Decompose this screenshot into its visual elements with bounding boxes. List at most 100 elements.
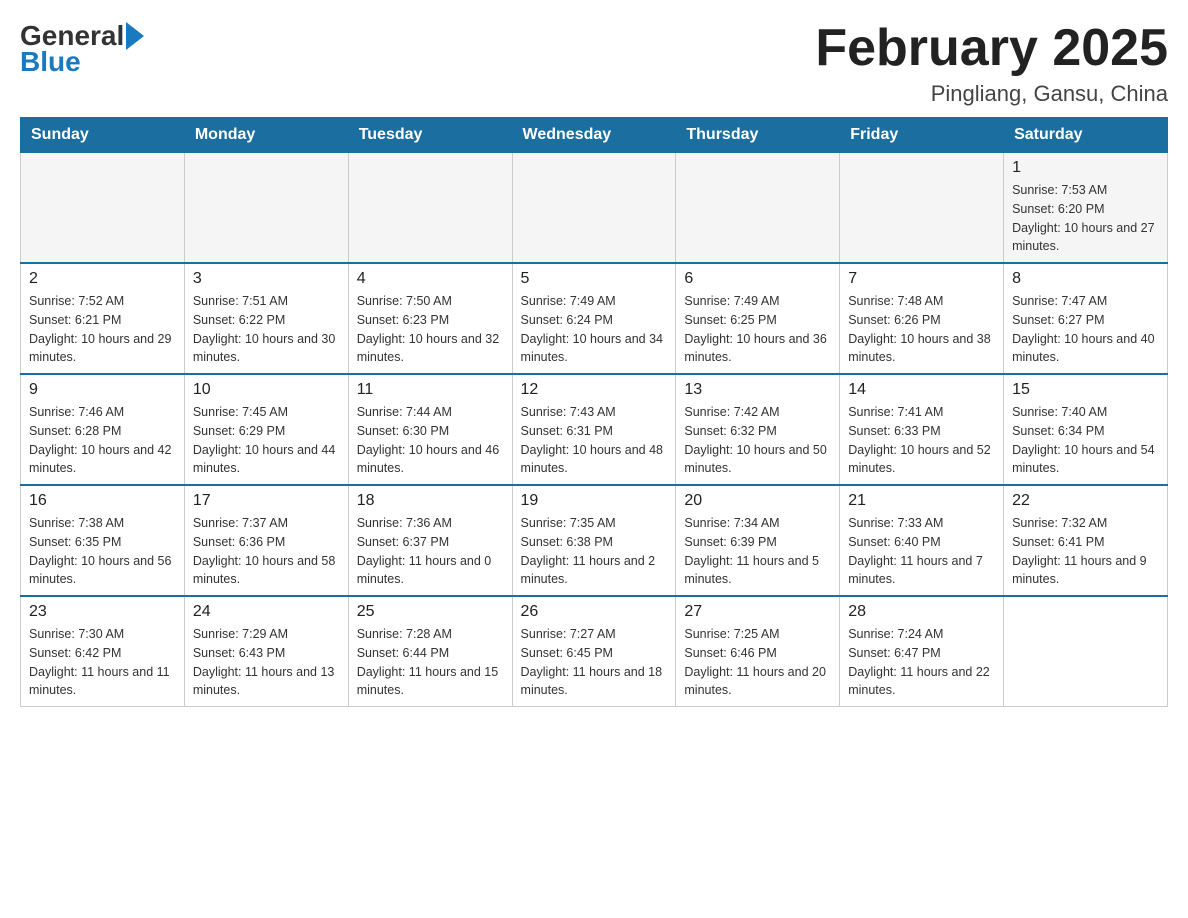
calendar-cell-w2-d7: 8 Sunrise: 7:47 AMSunset: 6:27 PMDaylight…	[1004, 263, 1168, 374]
calendar-week-2: 2 Sunrise: 7:52 AMSunset: 6:21 PMDaylight…	[21, 263, 1168, 374]
calendar-cell-w4-d4: 19Sunrise: 7:35 AMSunset: 6:38 PMDayligh…	[512, 485, 676, 596]
day-number: 17	[193, 492, 340, 510]
day-number: 6	[684, 270, 831, 288]
day-info: Sunrise: 7:49 AMSunset: 6:24 PMDaylight:…	[521, 292, 668, 367]
day-info: Sunrise: 7:27 AMSunset: 6:45 PMDaylight:…	[521, 625, 668, 700]
day-info: Sunrise: 7:36 AMSunset: 6:37 PMDaylight:…	[357, 514, 504, 589]
calendar-cell-w4-d5: 20Sunrise: 7:34 AMSunset: 6:39 PMDayligh…	[676, 485, 840, 596]
calendar-cell-w1-d4	[512, 153, 676, 264]
calendar-week-1: 1 Sunrise: 7:53 AMSunset: 6:20 PMDaylight…	[21, 153, 1168, 264]
day-number: 25	[357, 603, 504, 621]
day-number: 22	[1012, 492, 1159, 510]
calendar-cell-w4-d3: 18 Sunrise: 7:36 AMSunset: 6:37 PMDayligh…	[348, 485, 512, 596]
col-friday: Friday	[840, 118, 1004, 153]
calendar-cell-w5-d1: 23 Sunrise: 7:30 AMSunset: 6:42 PMDayligh…	[21, 596, 185, 707]
day-info: Sunrise: 7:33 AMSunset: 6:40 PMDaylight:…	[848, 514, 995, 589]
day-info: Sunrise: 7:47 AMSunset: 6:27 PMDaylight:…	[1012, 292, 1159, 367]
calendar-cell-w5-d3: 25 Sunrise: 7:28 AMSunset: 6:44 PMDayligh…	[348, 596, 512, 707]
day-number: 3	[193, 270, 340, 288]
col-thursday: Thursday	[676, 118, 840, 153]
calendar-cell-w3-d5: 13 Sunrise: 7:42 AMSunset: 6:32 PMDayligh…	[676, 374, 840, 485]
page-header: General Blue February 2025 Pingliang, Ga…	[20, 20, 1168, 107]
calendar-cell-w1-d5	[676, 153, 840, 264]
day-info: Sunrise: 7:45 AMSunset: 6:29 PMDaylight:…	[193, 403, 340, 478]
day-info: Sunrise: 7:37 AMSunset: 6:36 PMDaylight:…	[193, 514, 340, 589]
calendar-cell-w4-d7: 22 Sunrise: 7:32 AMSunset: 6:41 PMDayligh…	[1004, 485, 1168, 596]
day-info: Sunrise: 7:48 AMSunset: 6:26 PMDaylight:…	[848, 292, 995, 367]
logo: General Blue	[20, 20, 144, 78]
logo-arrow-icon	[126, 22, 144, 50]
day-info: Sunrise: 7:43 AMSunset: 6:31 PMDaylight:…	[521, 403, 668, 478]
day-number: 1	[1012, 159, 1159, 177]
day-info: Sunrise: 7:50 AMSunset: 6:23 PMDaylight:…	[357, 292, 504, 367]
calendar-cell-w5-d6: 28 Sunrise: 7:24 AMSunset: 6:47 PMDayligh…	[840, 596, 1004, 707]
day-number: 5	[521, 270, 668, 288]
col-tuesday: Tuesday	[348, 118, 512, 153]
day-number: 26	[521, 603, 668, 621]
day-number: 28	[848, 603, 995, 621]
day-number: 14	[848, 381, 995, 399]
day-number: 2	[29, 270, 176, 288]
day-info: Sunrise: 7:52 AMSunset: 6:21 PMDaylight:…	[29, 292, 176, 367]
calendar-cell-w2-d2: 3Sunrise: 7:51 AMSunset: 6:22 PMDaylight…	[184, 263, 348, 374]
calendar-header-row: Sunday Monday Tuesday Wednesday Thursday…	[21, 118, 1168, 153]
calendar-cell-w1-d3	[348, 153, 512, 264]
calendar-cell-w4-d1: 16 Sunrise: 7:38 AMSunset: 6:35 PMDayligh…	[21, 485, 185, 596]
col-monday: Monday	[184, 118, 348, 153]
day-info: Sunrise: 7:38 AMSunset: 6:35 PMDaylight:…	[29, 514, 176, 589]
day-number: 13	[684, 381, 831, 399]
day-info: Sunrise: 7:30 AMSunset: 6:42 PMDaylight:…	[29, 625, 176, 700]
day-number: 7	[848, 270, 995, 288]
calendar-week-4: 16 Sunrise: 7:38 AMSunset: 6:35 PMDayligh…	[21, 485, 1168, 596]
day-info: Sunrise: 7:49 AMSunset: 6:25 PMDaylight:…	[684, 292, 831, 367]
calendar-week-3: 9 Sunrise: 7:46 AMSunset: 6:28 PMDaylight…	[21, 374, 1168, 485]
calendar-cell-w4-d2: 17 Sunrise: 7:37 AMSunset: 6:36 PMDayligh…	[184, 485, 348, 596]
calendar-cell-w4-d6: 21 Sunrise: 7:33 AMSunset: 6:40 PMDayligh…	[840, 485, 1004, 596]
calendar-cell-w1-d1	[21, 153, 185, 264]
col-wednesday: Wednesday	[512, 118, 676, 153]
day-info: Sunrise: 7:53 AMSunset: 6:20 PMDaylight:…	[1012, 181, 1159, 256]
calendar-cell-w2-d6: 7 Sunrise: 7:48 AMSunset: 6:26 PMDaylight…	[840, 263, 1004, 374]
day-info: Sunrise: 7:42 AMSunset: 6:32 PMDaylight:…	[684, 403, 831, 478]
day-info: Sunrise: 7:35 AMSunset: 6:38 PMDaylight:…	[521, 514, 668, 589]
day-info: Sunrise: 7:28 AMSunset: 6:44 PMDaylight:…	[357, 625, 504, 700]
calendar-cell-w2-d5: 6 Sunrise: 7:49 AMSunset: 6:25 PMDaylight…	[676, 263, 840, 374]
day-number: 15	[1012, 381, 1159, 399]
calendar-cell-w5-d7	[1004, 596, 1168, 707]
calendar-cell-w3-d1: 9 Sunrise: 7:46 AMSunset: 6:28 PMDaylight…	[21, 374, 185, 485]
day-info: Sunrise: 7:29 AMSunset: 6:43 PMDaylight:…	[193, 625, 340, 700]
calendar-cell-w5-d4: 26 Sunrise: 7:27 AMSunset: 6:45 PMDayligh…	[512, 596, 676, 707]
calendar-cell-w2-d3: 4Sunrise: 7:50 AMSunset: 6:23 PMDaylight…	[348, 263, 512, 374]
day-number: 11	[357, 381, 504, 399]
title-section: February 2025 Pingliang, Gansu, China	[815, 20, 1168, 107]
day-info: Sunrise: 7:32 AMSunset: 6:41 PMDaylight:…	[1012, 514, 1159, 589]
day-number: 10	[193, 381, 340, 399]
day-info: Sunrise: 7:44 AMSunset: 6:30 PMDaylight:…	[357, 403, 504, 478]
day-info: Sunrise: 7:24 AMSunset: 6:47 PMDaylight:…	[848, 625, 995, 700]
calendar-cell-w2-d4: 5 Sunrise: 7:49 AMSunset: 6:24 PMDaylight…	[512, 263, 676, 374]
col-sunday: Sunday	[21, 118, 185, 153]
calendar-cell-w3-d2: 10 Sunrise: 7:45 AMSunset: 6:29 PMDayligh…	[184, 374, 348, 485]
calendar-table: Sunday Monday Tuesday Wednesday Thursday…	[20, 117, 1168, 707]
calendar-cell-w5-d2: 24 Sunrise: 7:29 AMSunset: 6:43 PMDayligh…	[184, 596, 348, 707]
location: Pingliang, Gansu, China	[815, 81, 1168, 107]
day-number: 20	[684, 492, 831, 510]
day-number: 27	[684, 603, 831, 621]
day-info: Sunrise: 7:41 AMSunset: 6:33 PMDaylight:…	[848, 403, 995, 478]
day-info: Sunrise: 7:40 AMSunset: 6:34 PMDaylight:…	[1012, 403, 1159, 478]
day-info: Sunrise: 7:25 AMSunset: 6:46 PMDaylight:…	[684, 625, 831, 700]
day-number: 24	[193, 603, 340, 621]
day-number: 21	[848, 492, 995, 510]
day-info: Sunrise: 7:46 AMSunset: 6:28 PMDaylight:…	[29, 403, 176, 478]
day-number: 9	[29, 381, 176, 399]
day-number: 16	[29, 492, 176, 510]
calendar-cell-w3-d4: 12 Sunrise: 7:43 AMSunset: 6:31 PMDayligh…	[512, 374, 676, 485]
day-number: 23	[29, 603, 176, 621]
day-number: 8	[1012, 270, 1159, 288]
calendar-cell-w3-d3: 11 Sunrise: 7:44 AMSunset: 6:30 PMDayligh…	[348, 374, 512, 485]
month-title: February 2025	[815, 20, 1168, 77]
calendar-week-5: 23 Sunrise: 7:30 AMSunset: 6:42 PMDayligh…	[21, 596, 1168, 707]
day-number: 12	[521, 381, 668, 399]
day-number: 18	[357, 492, 504, 510]
calendar-cell-w1-d7: 1 Sunrise: 7:53 AMSunset: 6:20 PMDaylight…	[1004, 153, 1168, 264]
